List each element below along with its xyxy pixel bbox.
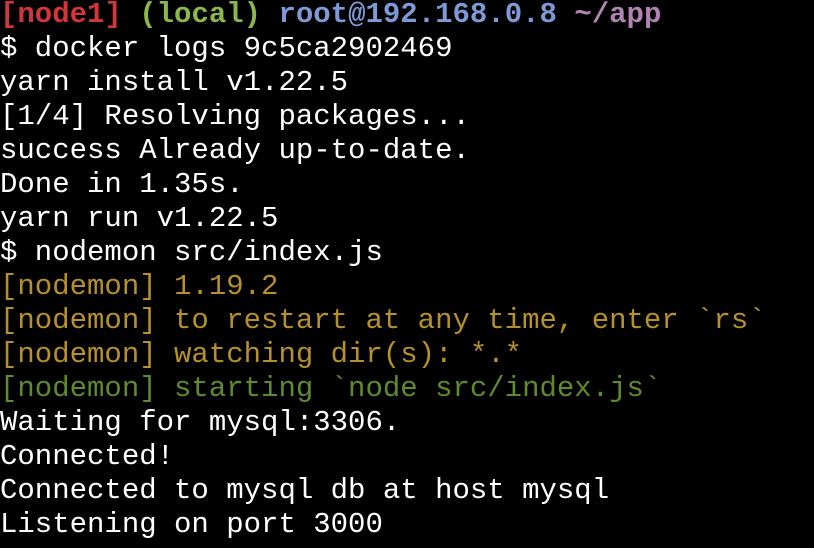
prompt-node: [node1] [0, 0, 122, 31]
output-listening: Listening on port 3000 [0, 508, 383, 541]
output-resolving: [1/4] Resolving packages... [0, 100, 470, 133]
output-yarn-run: yarn run v1.22.5 [0, 202, 279, 235]
nodemon-version: [nodemon] 1.19.2 [0, 270, 279, 303]
prompt-cwd: ~/app [574, 0, 662, 31]
nodemon-starting: [nodemon] starting `node src/index.js` [0, 372, 662, 405]
command-docker-logs: $ docker logs 9c5ca2902469 [0, 32, 453, 65]
nodemon-watching: [nodemon] watching dir(s): *.* [0, 338, 523, 371]
shell-prompt: [node1] (local) root@192.168.0.8 ~/app [0, 0, 814, 32]
output-connected: Connected! [0, 440, 175, 473]
output-success: success Already up-to-date. [0, 134, 470, 167]
nodemon-restart-hint: [nodemon] to restart at any time, enter … [0, 304, 766, 337]
terminal-window[interactable]: [node1] (local) root@192.168.0.8 ~/app $… [0, 0, 814, 548]
prompt-user-host: root@192.168.0.8 [278, 0, 557, 31]
output-done: Done in 1.35s. [0, 168, 244, 201]
command-nodemon: $ nodemon src/index.js [0, 236, 383, 269]
output-connected-db: Connected to mysql db at host mysql [0, 474, 610, 507]
prompt-local: (local) [139, 0, 262, 31]
output-yarn-install: yarn install v1.22.5 [0, 66, 349, 99]
output-waiting: Waiting for mysql:3306. [0, 406, 401, 439]
